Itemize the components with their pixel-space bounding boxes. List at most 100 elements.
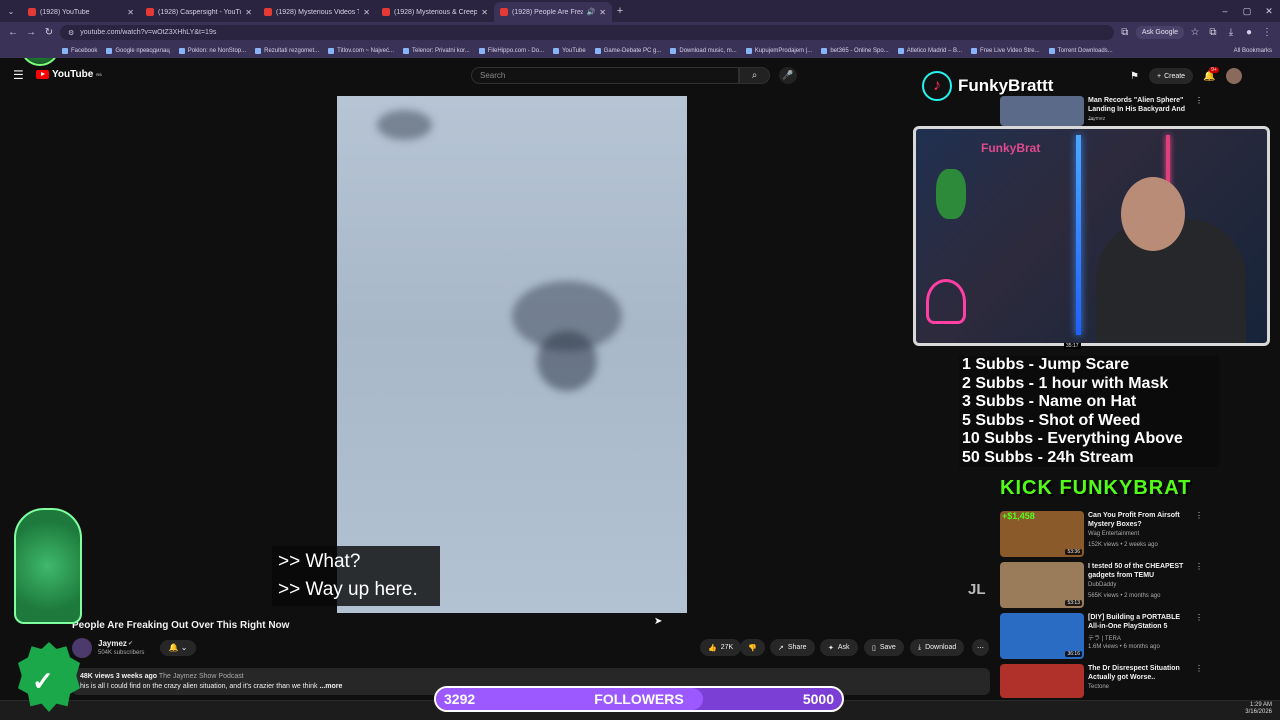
like-button[interactable]: 👍 27K — [700, 639, 742, 656]
bookmark-item[interactable]: Download music, m... — [670, 47, 737, 54]
close-tab-icon[interactable]: ✕ — [363, 8, 370, 17]
tiktok-overlay: ♪ FunkyBrattt — [922, 71, 1053, 101]
ask-google-button[interactable]: Ask Google — [1135, 26, 1184, 39]
site-info-icon[interactable]: ⚙ — [68, 29, 74, 37]
browser-tab[interactable]: (1928) Mysterious Videos That✕ — [258, 2, 376, 22]
ufo-blur — [377, 110, 432, 140]
channel-avatar[interactable] — [72, 638, 92, 658]
kick-banner: KICK FUNKYBRAT — [1000, 477, 1192, 499]
recommendation-meta: 565K views • 2 months ago — [1088, 593, 1161, 599]
dislike-button[interactable]: 👎 — [740, 639, 765, 656]
new-tab-button[interactable]: + — [612, 5, 628, 17]
bookmark-item[interactable]: Game-Debate PC g... — [594, 47, 661, 54]
bookmark-icon — [178, 47, 185, 54]
sub-goal-item: 3 Subbs - Name on Hat — [962, 393, 1137, 410]
sub-goal-item: 10 Subbs - Everything Above — [962, 430, 1183, 447]
channel-name[interactable]: Jaymez — [98, 639, 127, 648]
close-window-icon[interactable]: ✕ — [1258, 6, 1280, 17]
plant-decoration — [936, 169, 966, 219]
more-icon[interactable]: ⋮ — [1195, 562, 1203, 571]
tab-search-icon[interactable]: ⌄ — [0, 7, 22, 16]
bookmark-icon — [594, 47, 601, 54]
minimize-icon[interactable]: – — [1214, 6, 1236, 16]
browser-tab[interactable]: (1928) YouTube ✕ — [22, 2, 140, 22]
ask-button[interactable]: ✦ Ask — [820, 639, 858, 656]
search-button[interactable]: ⌕ — [739, 67, 770, 84]
browser-tab-active[interactable]: (1928) People Are Freaking🔊✕ — [494, 2, 612, 22]
more-icon[interactable]: ⋮ — [1195, 664, 1203, 673]
bookmark-item[interactable]: Poklon: ne NonStop... — [178, 47, 246, 54]
save-button[interactable]: ▯ Save — [864, 639, 904, 656]
recommendation-channel[interactable]: Tectone — [1088, 684, 1109, 690]
download-icon: ⤓ — [918, 643, 922, 651]
bookmark-item[interactable]: Free Live Video Stre... — [971, 47, 1040, 54]
bookmark-star-icon[interactable]: ☆ — [1188, 27, 1202, 38]
bookmark-item[interactable]: Torrent Downloads... — [1048, 47, 1113, 54]
bookmark-item[interactable]: Rezultati rezgomet... — [255, 47, 319, 54]
recommendation-item[interactable]: 53:13 I tested 50 of the CHEAPEST gadget… — [1000, 562, 1203, 608]
recommendation-thumbnail[interactable] — [1000, 664, 1084, 698]
recommendation-title[interactable]: The Dr Disrespect Situation Actually got… — [1088, 664, 1188, 682]
recommendation-channel[interactable]: テラ | TERA — [1088, 633, 1121, 642]
bookmark-item[interactable]: YouTube — [553, 47, 586, 54]
youtube-logo[interactable]: YouTube RS — [36, 69, 102, 80]
recommendation-title[interactable]: [DIY] Building a PORTABLE All-in-One Pla… — [1088, 613, 1188, 631]
maximize-icon[interactable]: ▢ — [1236, 6, 1258, 17]
notifications-button[interactable]: 🔔 9+ — [1203, 66, 1219, 82]
more-icon[interactable]: ⋮ — [1195, 613, 1203, 622]
address-bar[interactable]: ⚙ youtube.com/watch?v=wOtZ3XHhLY&t=19s — [60, 25, 1114, 40]
video-player[interactable] — [337, 96, 687, 613]
recommendation-channel[interactable]: DubDaddy — [1088, 582, 1116, 588]
cast-icon[interactable]: ⚑ — [1130, 71, 1139, 82]
speaker-icon[interactable]: 🔊 — [587, 8, 596, 16]
create-button[interactable]: + Create — [1148, 68, 1194, 84]
notification-bell-button[interactable]: 🔔 ⌄ — [160, 640, 196, 656]
system-tray-clock[interactable]: 1:29 AM 3/16/2026 — [1245, 702, 1272, 716]
download-button[interactable]: ⤓ Download — [910, 639, 965, 656]
recommendation-title[interactable]: Can You Profit From Airsoft Mystery Boxe… — [1088, 511, 1188, 529]
install-icon[interactable]: ⧉ — [1118, 27, 1132, 38]
close-tab-icon[interactable]: ✕ — [245, 8, 252, 17]
share-button[interactable]: ↗ Share — [770, 639, 815, 656]
reload-icon[interactable]: ↻ — [42, 27, 56, 38]
search-input[interactable]: Search — [471, 67, 739, 84]
more-actions-button[interactable]: ⋯ — [972, 639, 989, 656]
bookmark-item[interactable]: Atletico Madrid – B... — [897, 47, 962, 54]
account-avatar[interactable] — [1225, 68, 1242, 84]
bookmark-item[interactable]: Telenor: Privatni kor... — [403, 47, 470, 54]
browser-tab[interactable]: (1928) Caspersight - YouTube✕ — [140, 2, 258, 22]
profile-icon[interactable]: ● — [1242, 27, 1256, 38]
bookmark-item[interactable]: Facebook — [62, 47, 97, 54]
bookmark-item[interactable]: KupujemProdajem |... — [745, 47, 812, 54]
hamburger-menu-icon[interactable]: ☰ — [13, 68, 24, 82]
recommendation-channel[interactable]: Wag Entertainment — [1088, 531, 1139, 537]
recommendation-item[interactable]: The Dr Disrespect Situation Actually got… — [1000, 664, 1203, 698]
search-icon: ⌕ — [751, 70, 758, 81]
bookmark-item[interactable]: Titlov.com ~ Najveć... — [328, 47, 394, 54]
bookmark-icon — [255, 47, 262, 54]
all-bookmarks-button[interactable]: All Bookmarks — [1234, 48, 1272, 54]
bookmark-item[interactable]: Google преводилац — [106, 47, 170, 54]
more-icon[interactable]: ⋮ — [1195, 96, 1203, 105]
back-icon[interactable]: ← — [6, 27, 20, 38]
forward-icon[interactable]: → — [24, 27, 38, 38]
close-tab-icon[interactable]: ✕ — [127, 8, 134, 17]
recommendation-item[interactable]: 36:16 [DIY] Building a PORTABLE All-in-O… — [1000, 613, 1203, 659]
extensions-icon[interactable]: ⧉ — [1206, 27, 1220, 38]
recommendation-thumbnail[interactable]: 53:13 — [1000, 562, 1084, 608]
bookmark-item[interactable]: FileHippo.com - Do... — [478, 47, 544, 54]
voice-search-button[interactable]: 🎤 — [779, 67, 797, 84]
menu-icon[interactable]: ⋮ — [1260, 27, 1274, 38]
bookmark-item[interactable]: bet365 - Online Spo... — [821, 47, 889, 54]
recommendation-title[interactable]: I tested 50 of the CHEAPEST gadgets from… — [1088, 562, 1188, 580]
recommendation-thumbnail[interactable]: 36:16 — [1000, 613, 1084, 659]
more-icon: ⋯ — [977, 644, 984, 652]
close-tab-icon[interactable]: ✕ — [599, 8, 606, 17]
more-icon[interactable]: ⋮ — [1195, 511, 1203, 520]
browser-tab[interactable]: (1928) Mysterious & Creepy Ti✕ — [376, 2, 494, 22]
youtube-favicon-icon — [264, 8, 272, 16]
downloads-icon[interactable]: ⤓ — [1224, 27, 1238, 38]
neon-sign: FunkyBrat — [981, 141, 1041, 155]
close-tab-icon[interactable]: ✕ — [481, 8, 488, 17]
more-link[interactable]: ...more — [319, 683, 342, 690]
